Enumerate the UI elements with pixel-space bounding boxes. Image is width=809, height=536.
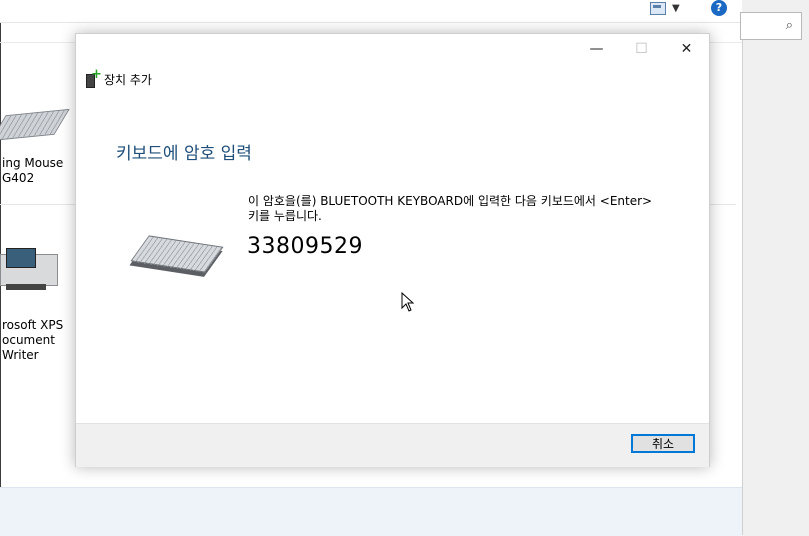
close-button[interactable]: ✕ xyxy=(664,34,709,64)
device-label[interactable]: ing Mouse xyxy=(2,156,63,171)
device-label[interactable]: rosoft XPS xyxy=(2,318,63,333)
cancel-button[interactable]: 취소 xyxy=(631,434,695,453)
device-label[interactable]: G402 xyxy=(2,171,34,186)
search-input[interactable]: ⌕ xyxy=(740,12,802,40)
keyboard-icon xyxy=(130,235,224,273)
help-icon[interactable]: ? xyxy=(711,0,727,16)
view-options-icon[interactable] xyxy=(650,2,666,15)
device-label[interactable]: ocument xyxy=(2,333,55,348)
keyboard-device-icon[interactable] xyxy=(0,108,70,142)
toolbar: ▼ ? xyxy=(0,0,742,23)
instruction-text: 이 암호을(를) BLUETOOTH KEYBOARD에 입력한 다음 키보드에… xyxy=(248,194,653,223)
device-label[interactable]: Writer xyxy=(2,348,39,363)
chevron-down-icon[interactable]: ▼ xyxy=(672,3,680,14)
desktop-area xyxy=(742,40,809,535)
dialog-footer: 취소 xyxy=(76,423,709,467)
search-icon: ⌕ xyxy=(785,18,793,33)
page-heading: 키보드에 암호 입력 xyxy=(116,144,252,164)
plus-icon: + xyxy=(91,67,102,82)
add-device-icon: + xyxy=(86,67,102,88)
mouse-cursor-icon xyxy=(401,292,415,312)
printer-screen xyxy=(6,248,36,268)
maximize-button[interactable]: ☐ xyxy=(619,34,664,64)
add-device-dialog: — ☐ ✕ + 장치 추가 키보드에 암호 입력 이 암호을(를) BLUETO… xyxy=(75,33,710,467)
printer-device-icon[interactable] xyxy=(0,244,58,292)
printer-base xyxy=(6,284,46,290)
passcode: 33809529 xyxy=(247,234,363,259)
dialog-title: 장치 추가 xyxy=(104,73,152,87)
minimize-button[interactable]: — xyxy=(574,34,619,64)
details-pane xyxy=(0,487,742,536)
